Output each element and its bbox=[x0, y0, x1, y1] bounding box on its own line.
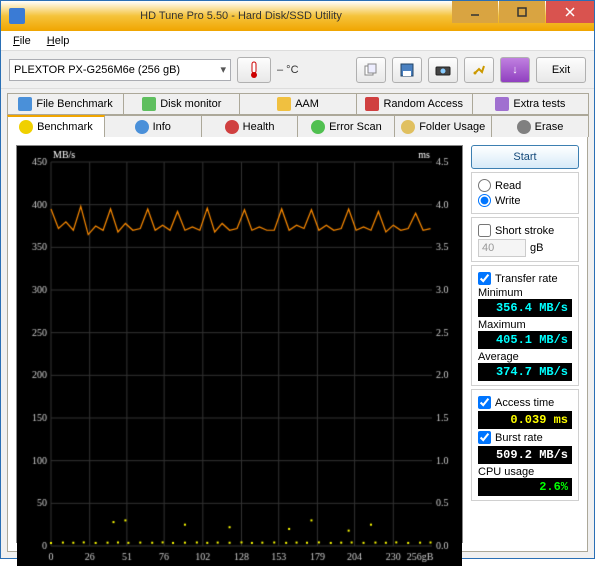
close-button[interactable] bbox=[546, 1, 594, 23]
tab-benchmark[interactable]: Benchmark bbox=[7, 115, 105, 137]
min-value: 356.4 MB/s bbox=[478, 299, 572, 317]
maximize-button[interactable] bbox=[499, 1, 545, 23]
window-controls bbox=[451, 1, 594, 31]
tab-file-benchmark[interactable]: File Benchmark bbox=[7, 93, 124, 115]
tab-area: File BenchmarkDisk monitorAAMRandom Acce… bbox=[7, 93, 588, 552]
menubar: File Help bbox=[1, 31, 594, 51]
cpu-value: 2.6% bbox=[478, 478, 572, 496]
content-panel: Start Read Write Short stroke gB Transfe… bbox=[7, 137, 588, 552]
settings-icon[interactable] bbox=[464, 57, 494, 83]
tab-random-access[interactable]: Random Access bbox=[356, 93, 473, 115]
min-label: Minimum bbox=[478, 287, 572, 299]
side-panel: Start Read Write Short stroke gB Transfe… bbox=[471, 145, 579, 543]
tab-folder-usage[interactable]: Folder Usage bbox=[394, 115, 492, 137]
download-icon[interactable]: ↓ bbox=[500, 57, 530, 83]
screenshot-icon[interactable] bbox=[428, 57, 458, 83]
tab-erase[interactable]: Erase bbox=[491, 115, 589, 137]
access-value: 0.039 ms bbox=[478, 411, 572, 429]
write-radio[interactable]: Write bbox=[478, 194, 572, 207]
access-group: Access time 0.039 ms Burst rate 509.2 MB… bbox=[471, 389, 579, 501]
short-stroke-input[interactable] bbox=[478, 239, 526, 257]
burst-value: 509.2 MB/s bbox=[478, 446, 572, 464]
tab-error-scan[interactable]: Error Scan bbox=[297, 115, 395, 137]
avg-label: Average bbox=[478, 351, 572, 363]
avg-value: 374.7 MB/s bbox=[478, 363, 572, 381]
thermometer-icon bbox=[237, 57, 271, 83]
temperature: – °C bbox=[277, 64, 299, 76]
copy-icon[interactable] bbox=[356, 57, 386, 83]
menu-file[interactable]: File bbox=[5, 33, 39, 49]
transfer-check[interactable]: Transfer rate bbox=[478, 272, 572, 285]
drive-select[interactable]: PLEXTOR PX-G256M6e (256 gB) bbox=[9, 59, 231, 81]
app-window: HD Tune Pro 5.50 - Hard Disk/SSD Utility… bbox=[0, 0, 595, 559]
read-radio[interactable]: Read bbox=[478, 179, 572, 192]
titlebar: HD Tune Pro 5.50 - Hard Disk/SSD Utility bbox=[1, 1, 594, 31]
benchmark-chart bbox=[16, 145, 463, 543]
tab-row-primary: BenchmarkInfoHealthError ScanFolder Usag… bbox=[7, 115, 588, 137]
window-title: HD Tune Pro 5.50 - Hard Disk/SSD Utility bbox=[31, 10, 451, 22]
access-check[interactable]: Access time bbox=[478, 396, 572, 409]
drive-label: PLEXTOR PX-G256M6e (256 gB) bbox=[14, 64, 180, 76]
start-button[interactable]: Start bbox=[471, 145, 579, 169]
tab-row-secondary: File BenchmarkDisk monitorAAMRandom Acce… bbox=[7, 93, 588, 115]
minimize-button[interactable] bbox=[452, 1, 498, 23]
menu-help[interactable]: Help bbox=[39, 33, 78, 49]
transfer-group: Transfer rate Minimum 356.4 MB/s Maximum… bbox=[471, 265, 579, 386]
burst-check[interactable]: Burst rate bbox=[478, 431, 572, 444]
short-stroke-check[interactable]: Short stroke bbox=[478, 224, 572, 237]
tab-info[interactable]: Info bbox=[104, 115, 202, 137]
short-stroke-group: Short stroke gB bbox=[471, 217, 579, 262]
tab-disk-monitor[interactable]: Disk monitor bbox=[123, 93, 240, 115]
cpu-label: CPU usage bbox=[478, 466, 572, 478]
max-label: Maximum bbox=[478, 319, 572, 331]
max-value: 405.1 MB/s bbox=[478, 331, 572, 349]
app-icon bbox=[9, 8, 25, 24]
save-icon[interactable] bbox=[392, 57, 422, 83]
toolbar: PLEXTOR PX-G256M6e (256 gB) – °C ↓ Exit bbox=[1, 51, 594, 89]
exit-button[interactable]: Exit bbox=[536, 57, 586, 83]
ss-unit: gB bbox=[530, 242, 543, 254]
tab-extra-tests[interactable]: Extra tests bbox=[472, 93, 589, 115]
mode-group: Read Write bbox=[471, 172, 579, 214]
tab-health[interactable]: Health bbox=[201, 115, 299, 137]
tab-aam[interactable]: AAM bbox=[239, 93, 356, 115]
